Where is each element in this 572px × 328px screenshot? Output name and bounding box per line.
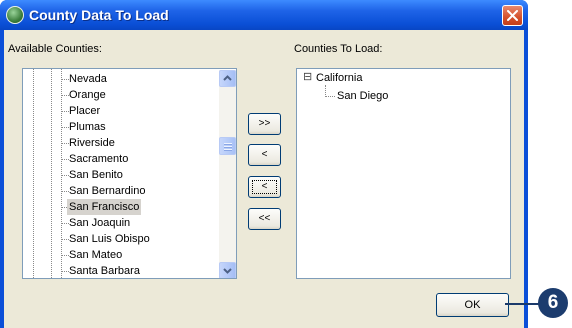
list-item[interactable]: Nevada — [67, 71, 109, 87]
ok-button[interactable]: OK — [436, 293, 509, 317]
dialog-window: County Data To Load Available Counties: … — [0, 0, 528, 328]
remove-button[interactable]: < — [248, 176, 281, 198]
counties-to-load-label: Counties To Load: — [294, 43, 383, 55]
list-item[interactable]: Placer — [67, 103, 102, 119]
list-item[interactable]: San Bernardino — [67, 183, 147, 199]
focus-rect — [252, 180, 277, 194]
window-title: County Data To Load — [29, 7, 169, 23]
scroll-thumb[interactable] — [219, 137, 236, 155]
counties-to-load-list[interactable]: ⊟ California San Diego — [296, 68, 511, 279]
title-bar[interactable]: County Data To Load — [0, 0, 528, 30]
add-all-button[interactable]: >> — [248, 113, 281, 135]
collapse-toggle-icon[interactable]: ⊟ — [303, 70, 312, 84]
list-item[interactable]: Sacramento — [67, 151, 130, 167]
close-icon — [507, 10, 518, 21]
tree-child-item[interactable]: San Diego — [335, 88, 390, 104]
scroll-up-button[interactable] — [219, 70, 236, 87]
add-button[interactable]: < — [248, 144, 281, 166]
tree-guide-line — [61, 69, 62, 278]
callout-line — [505, 303, 542, 305]
dialog-body: Available Counties: Counties To Load: Ne… — [4, 30, 524, 328]
tree-guide-line — [51, 69, 52, 278]
list-item[interactable]: Riverside — [67, 135, 117, 151]
globe-icon — [6, 6, 24, 24]
scroll-down-button[interactable] — [219, 262, 236, 278]
available-counties-label: Available Counties: — [8, 43, 102, 55]
list-item[interactable]: San Benito — [67, 167, 125, 183]
list-item-selected[interactable]: San Francisco — [67, 199, 142, 215]
remove-all-button[interactable]: << — [248, 208, 281, 230]
list-item[interactable]: San Luis Obispo — [67, 231, 152, 247]
available-counties-list[interactable]: Nevada Orange Placer Plumas Riverside Sa… — [22, 68, 237, 279]
list-item[interactable]: San Mateo — [67, 247, 124, 263]
chevron-up-icon — [223, 75, 232, 81]
list-item[interactable]: Plumas — [67, 119, 108, 135]
list-item[interactable]: San Joaquin — [67, 215, 132, 231]
vertical-scrollbar[interactable] — [219, 70, 236, 278]
tree-guide-line — [33, 69, 34, 278]
chevron-down-icon — [223, 268, 232, 274]
tree-root-item[interactable]: California — [314, 70, 364, 86]
thumb-grip — [224, 146, 232, 148]
list-item[interactable]: Orange — [67, 87, 108, 103]
thumb-grip — [224, 143, 232, 145]
close-button[interactable] — [502, 5, 523, 26]
callout-badge: 6 — [538, 288, 568, 318]
thumb-grip — [224, 149, 232, 151]
tree-branch — [325, 96, 335, 97]
list-item[interactable]: Santa Barbara — [67, 263, 142, 278]
